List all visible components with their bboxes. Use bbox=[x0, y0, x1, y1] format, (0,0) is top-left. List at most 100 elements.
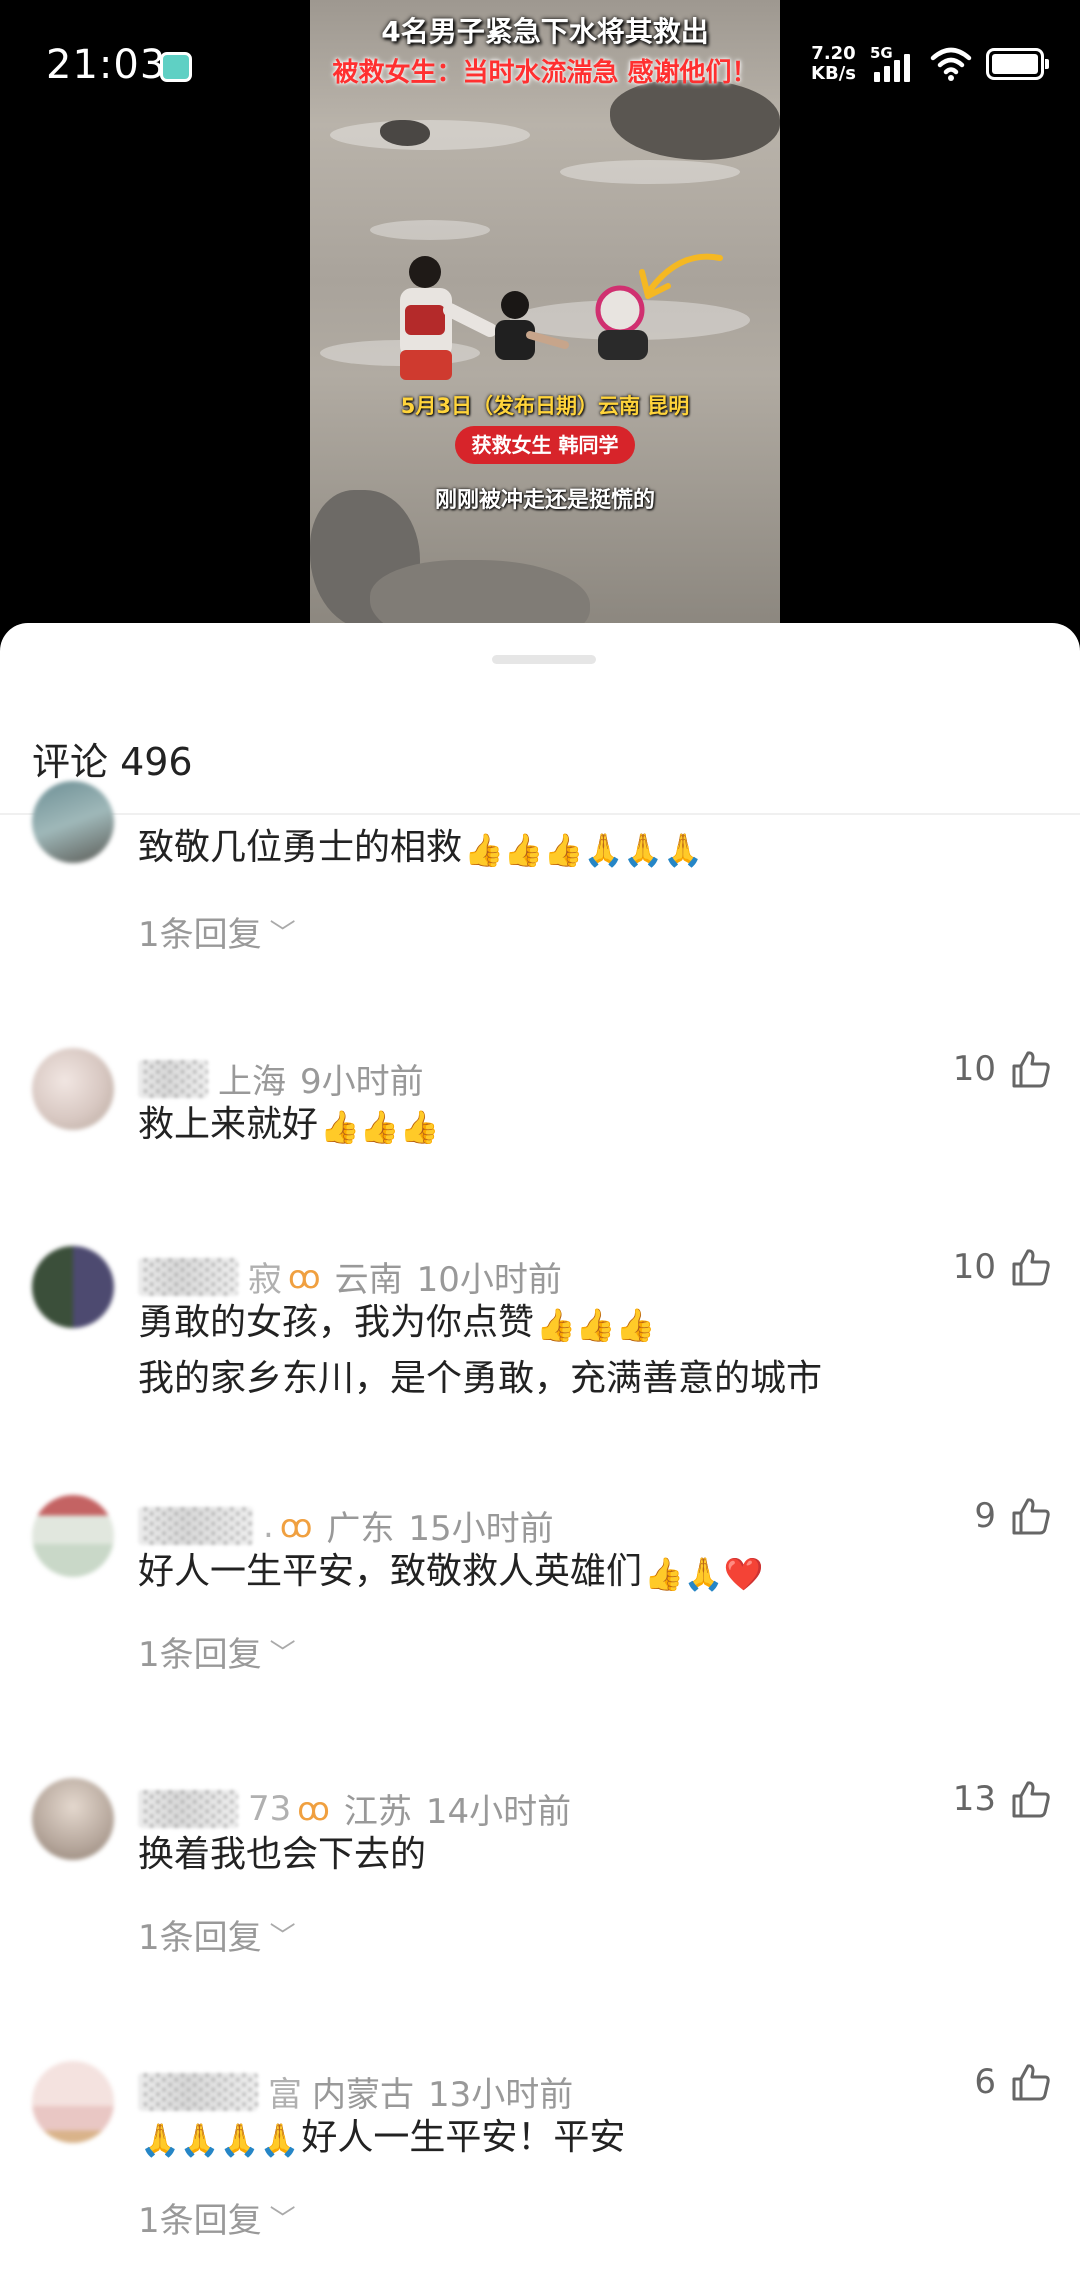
battery-icon bbox=[986, 48, 1049, 80]
rescuers-figures bbox=[400, 256, 569, 380]
username-visible-part: 富 bbox=[268, 2075, 302, 2115]
video-person-badge: 获救女生 韩同学 bbox=[455, 426, 635, 464]
comment-text: 勇敢的女孩，我为你点赞👍👍👍 我的家乡东川，是个勇敢，充满善意的城市 bbox=[138, 1296, 822, 1406]
avatar[interactable] bbox=[32, 2061, 114, 2143]
username-visible-part: . bbox=[263, 1505, 274, 1546]
thumbs-up-icon bbox=[1012, 2064, 1050, 2101]
comment-meta: ░░░░░ 上海 9小时前 bbox=[138, 1054, 424, 1103]
comment-location: 云南 bbox=[334, 1260, 403, 1300]
comment-text: 救上来就好👍👍👍 bbox=[138, 1098, 442, 1154]
reply-count-label: 1条回复 bbox=[138, 1635, 262, 1675]
comment-text-body: 好人一生平安！平安 bbox=[301, 2117, 626, 2158]
divider bbox=[0, 813, 1080, 815]
rock bbox=[370, 560, 590, 625]
avatar[interactable] bbox=[32, 1495, 114, 1577]
comment-text: 换着我也会下去的 bbox=[138, 1828, 426, 1882]
emoji: 🙏🙏🙏🙏 bbox=[140, 2121, 300, 2159]
comment-text-body: 好人一生平安，致敬救人英雄们 bbox=[138, 1551, 643, 1592]
video-player[interactable]: 4名男子紧急下水将其救出 被救女生：当时水流湍急 感谢他们！ 5月3日（发布日期… bbox=[310, 0, 780, 625]
avatar[interactable] bbox=[32, 781, 114, 863]
comment-text: 🙏🙏🙏🙏好人一生平安！平安 bbox=[138, 2111, 625, 2167]
comment-meta: ░░░░░░ 富 内蒙古 13小时前 bbox=[138, 2067, 573, 2116]
reply-count-label: 1条回复 bbox=[138, 915, 262, 955]
like-button[interactable]: 6 bbox=[974, 2061, 1052, 2103]
comment-text-body: 勇敢的女孩，我为你点赞 bbox=[138, 1302, 535, 1343]
infinity-badge-icon: ꝏ bbox=[288, 1257, 321, 1296]
username-blurred[interactable]: ░░░░░░░ bbox=[138, 1257, 238, 1296]
signal-bar bbox=[874, 72, 880, 82]
comment-text: 好人一生平安，致敬救人英雄们👍🙏❤️ bbox=[138, 1545, 766, 1601]
video-caption: 刚刚被冲走还是挺慌的 bbox=[434, 488, 655, 513]
username-blurred[interactable]: ░░░░░░ bbox=[138, 2072, 258, 2111]
reply-count-label: 1条回复 bbox=[138, 2201, 262, 2241]
comment-time: 14小时前 bbox=[425, 1792, 572, 1832]
like-count: 10 bbox=[952, 1247, 996, 1287]
comment-time: 13小时前 bbox=[428, 2075, 574, 2115]
comment-text-body: 换着我也会下去的 bbox=[138, 1834, 427, 1875]
comment-location: 上海 bbox=[218, 1062, 286, 1102]
signal-bar bbox=[904, 54, 910, 82]
network-speed-value: 7.20 bbox=[811, 43, 856, 64]
comment-time: 9小时前 bbox=[300, 1062, 424, 1102]
like-button[interactable]: 13 bbox=[953, 1778, 1052, 1820]
video-area[interactable]: 4名男子紧急下水将其救出 被救女生：当时水流湍急 感谢他们！ 5月3日（发布日期… bbox=[0, 0, 1080, 640]
chevron-down-icon: ﹀ bbox=[269, 919, 296, 949]
comment-time: 10小时前 bbox=[416, 1260, 562, 1300]
comment-text-line2: 我的家乡东川，是个勇敢，充满善意的城市 bbox=[138, 1358, 823, 1399]
username-visible-part: 73 bbox=[248, 1788, 292, 1829]
cellular-signal-icon: 5G bbox=[870, 44, 916, 84]
rock bbox=[610, 80, 780, 160]
video-date-caption: 5月3日（发布日期）云南 昆明 bbox=[400, 394, 690, 418]
comment-time: 15小时前 bbox=[408, 1509, 554, 1549]
arrow-annotation-icon bbox=[639, 253, 723, 299]
like-count: 10 bbox=[952, 1049, 996, 1089]
reply-expand-button[interactable]: 1条回复 ﹀ bbox=[138, 2193, 296, 2242]
like-button[interactable]: 9 bbox=[974, 1495, 1052, 1537]
avatar[interactable] bbox=[32, 1048, 114, 1130]
chevron-down-icon: ﹀ bbox=[269, 1639, 296, 1669]
username-blurred[interactable]: ░░░░░ bbox=[138, 1506, 253, 1545]
emoji: 👍👍👍🙏🙏🙏 bbox=[464, 831, 704, 869]
avatar[interactable] bbox=[32, 1778, 114, 1860]
thumbs-up-icon bbox=[1012, 1249, 1050, 1286]
comments-count-title: 评论 496 bbox=[32, 740, 193, 784]
chevron-down-icon: ﹀ bbox=[269, 1922, 296, 1952]
comment-text-body: 致敬几位勇士的相救 bbox=[138, 827, 463, 868]
water-texture bbox=[370, 220, 490, 240]
like-button[interactable]: 10 bbox=[953, 1048, 1052, 1090]
comment-text-body: 救上来就好 bbox=[138, 1104, 319, 1145]
avatar[interactable] bbox=[32, 1246, 114, 1328]
reply-expand-button[interactable]: 1条回复 ﹀ bbox=[138, 907, 296, 956]
comments-sheet: 评论 496 致敬几位勇士的相救👍👍👍🙏🙏🙏 1条回复 ﹀ ░░░░░ 上海 9… bbox=[0, 623, 1080, 2279]
status-indicators: 7.20 KB/s 5G bbox=[811, 44, 1049, 84]
network-speed: 7.20 KB/s bbox=[811, 44, 856, 84]
chevron-down-icon: ﹀ bbox=[269, 2205, 296, 2235]
thumbs-up-icon bbox=[1012, 1781, 1050, 1818]
comment-meta: ░░░░░ . ꝏ 广东 15小时前 bbox=[138, 1501, 554, 1550]
infinity-badge-icon: ꝏ bbox=[297, 1789, 330, 1828]
like-button[interactable]: 10 bbox=[953, 1246, 1052, 1288]
sheet-drag-handle[interactable] bbox=[492, 655, 596, 664]
like-count: 13 bbox=[952, 1779, 996, 1819]
like-count: 9 bbox=[974, 1496, 996, 1536]
thumbs-up-icon bbox=[1012, 1051, 1050, 1088]
like-count: 6 bbox=[974, 2062, 996, 2102]
reply-expand-button[interactable]: 1条回复 ﹀ bbox=[138, 1627, 296, 1676]
emoji: 👍🙏❤️ bbox=[644, 1555, 764, 1593]
comment-meta: ░░░░░ 73 ꝏ 江苏 14小时前 bbox=[138, 1784, 571, 1833]
signal-bar bbox=[884, 66, 890, 82]
water-texture bbox=[330, 120, 530, 150]
username-visible-part: 寂 bbox=[248, 1260, 282, 1300]
reply-expand-button[interactable]: 1条回复 ﹀ bbox=[138, 1910, 296, 1959]
wifi-icon bbox=[930, 47, 972, 81]
username-blurred[interactable]: ░░░░░ bbox=[138, 1059, 208, 1098]
network-speed-unit: KB/s bbox=[811, 63, 856, 84]
app-notification-icon bbox=[160, 52, 192, 82]
comment-location: 内蒙古 bbox=[312, 2075, 414, 2115]
username-blurred[interactable]: ░░░░░ bbox=[138, 1789, 238, 1828]
thumbs-up-icon bbox=[1012, 1498, 1050, 1535]
comment-location: 江苏 bbox=[343, 1792, 412, 1832]
emoji: 👍👍👍 bbox=[320, 1108, 440, 1146]
comment-meta: ░░░░░░░ 寂 ꝏ 云南 10小时前 bbox=[138, 1252, 562, 1301]
signal-bar bbox=[894, 60, 900, 82]
